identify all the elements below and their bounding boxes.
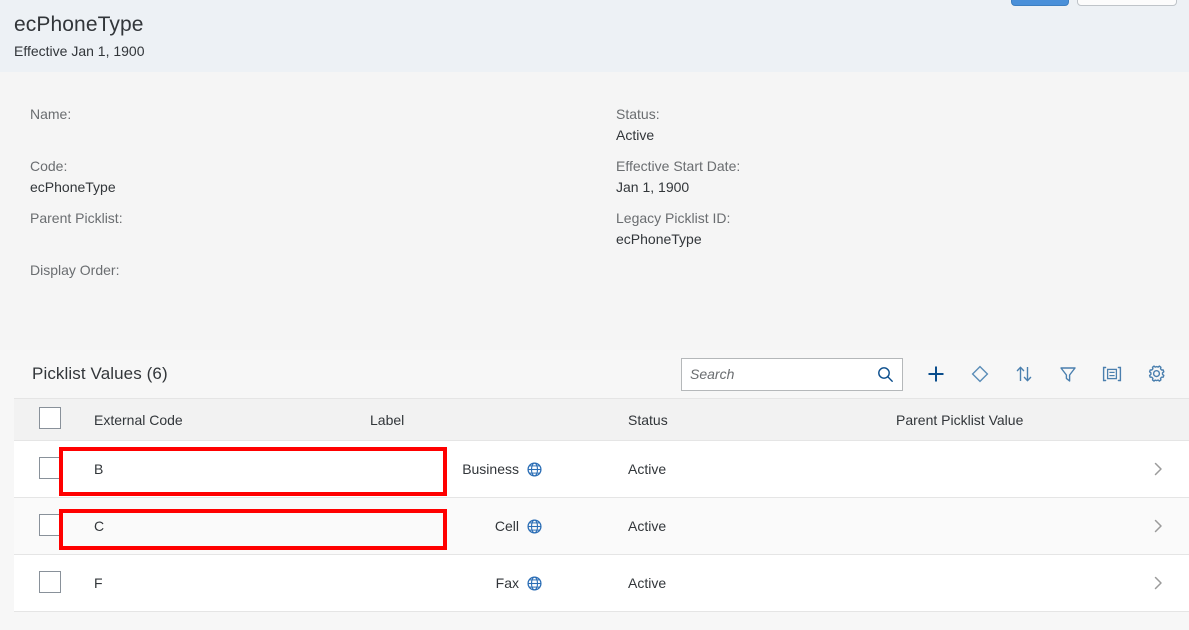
picklist-values-table-card: Picklist Values (6) bbox=[14, 350, 1189, 612]
column-header-label: Parent Picklist Value bbox=[878, 412, 1128, 428]
cell-external-code: C bbox=[76, 498, 352, 555]
field-value: Active bbox=[616, 125, 1156, 145]
field-label: Legacy Picklist ID: bbox=[616, 208, 1156, 229]
column-header-label: External Code bbox=[76, 412, 352, 428]
cell-label: Business bbox=[352, 441, 610, 498]
chevron-right-icon[interactable] bbox=[1128, 576, 1189, 590]
object-page-header: ecPhoneType Effective Jan 1, 1900 bbox=[0, 0, 1189, 72]
external-code-text: C bbox=[76, 518, 352, 534]
page-subtitle: Effective Jan 1, 1900 bbox=[14, 41, 1189, 61]
table-title: Picklist Values (6) bbox=[32, 364, 168, 384]
form-column-left: Name: Code: ecPhoneType Parent Picklist:… bbox=[30, 104, 570, 312]
field-value bbox=[30, 125, 570, 145]
column-header-label[interactable]: Label bbox=[352, 399, 610, 441]
column-header-external-code[interactable]: External Code bbox=[76, 399, 352, 441]
group-icon[interactable] bbox=[1097, 359, 1127, 389]
picklist-values-table: External Code Label Status Parent Pickli… bbox=[14, 399, 1189, 612]
cell-label: Cell bbox=[352, 498, 610, 555]
add-icon[interactable] bbox=[921, 359, 951, 389]
field-effective-start-date: Effective Start Date: Jan 1, 1900 bbox=[616, 156, 1156, 197]
picklist-detail-page: ecPhoneType Effective Jan 1, 1900 Name: … bbox=[0, 0, 1189, 630]
field-value: Jan 1, 1900 bbox=[616, 177, 1156, 197]
field-label: Parent Picklist: bbox=[30, 208, 570, 229]
field-label: Display Order: bbox=[30, 260, 570, 281]
cell-label: Fax bbox=[352, 555, 610, 612]
table-row[interactable]: C Cell bbox=[14, 498, 1189, 555]
search-field[interactable] bbox=[681, 358, 903, 391]
diamond-icon[interactable] bbox=[965, 359, 995, 389]
globe-icon[interactable] bbox=[527, 462, 542, 477]
field-value: ecPhoneType bbox=[616, 229, 1156, 249]
table-row[interactable]: F Fax bbox=[14, 555, 1189, 612]
cell-nav[interactable] bbox=[1128, 498, 1189, 555]
field-display-order: Display Order: bbox=[30, 260, 570, 301]
row-checkbox[interactable] bbox=[39, 457, 61, 479]
cell-status: Active bbox=[610, 555, 878, 612]
status-text: Active bbox=[610, 461, 878, 477]
sort-icon[interactable] bbox=[1009, 359, 1039, 389]
filter-icon[interactable] bbox=[1053, 359, 1083, 389]
label-text: Cell bbox=[495, 518, 519, 534]
cell-parent-picklist-value bbox=[878, 555, 1128, 612]
form-column-right: Status: Active Effective Start Date: Jan… bbox=[616, 104, 1156, 260]
field-value bbox=[30, 229, 570, 249]
field-legacy-picklist-id: Legacy Picklist ID: ecPhoneType bbox=[616, 208, 1156, 249]
label-text: Business bbox=[462, 461, 519, 477]
column-header-label: Label bbox=[352, 412, 610, 428]
status-text: Active bbox=[610, 575, 878, 591]
field-label: Status: bbox=[616, 104, 1156, 125]
field-label: Code: bbox=[30, 156, 570, 177]
field-name: Name: bbox=[30, 104, 570, 145]
external-code-text: F bbox=[76, 575, 352, 591]
row-select-cell bbox=[14, 441, 76, 498]
label-text: Fax bbox=[496, 575, 519, 591]
column-header-parent-picklist-value[interactable]: Parent Picklist Value bbox=[878, 399, 1128, 441]
globe-icon[interactable] bbox=[527, 576, 542, 591]
field-status: Status: Active bbox=[616, 104, 1156, 145]
save-button[interactable] bbox=[1011, 0, 1069, 6]
field-label: Effective Start Date: bbox=[616, 156, 1156, 177]
status-text: Active bbox=[610, 518, 878, 534]
external-code-text: B bbox=[76, 461, 352, 477]
field-parent-picklist: Parent Picklist: bbox=[30, 208, 570, 249]
cell-parent-picklist-value bbox=[878, 441, 1128, 498]
row-select-cell bbox=[14, 498, 76, 555]
cell-status: Active bbox=[610, 498, 878, 555]
search-icon[interactable] bbox=[875, 365, 895, 385]
column-header-label: Status bbox=[610, 412, 878, 428]
cell-nav[interactable] bbox=[1128, 555, 1189, 612]
table-header-row: External Code Label Status Parent Pickli… bbox=[14, 399, 1189, 441]
search-input[interactable] bbox=[690, 366, 875, 382]
table-row[interactable]: B Business bbox=[14, 441, 1189, 498]
page-action-buttons bbox=[1011, 0, 1177, 6]
field-label: Name: bbox=[30, 104, 570, 125]
cell-status: Active bbox=[610, 441, 878, 498]
row-checkbox[interactable] bbox=[39, 514, 61, 536]
cell-parent-picklist-value bbox=[878, 498, 1128, 555]
cancel-button[interactable] bbox=[1077, 0, 1177, 6]
page-title: ecPhoneType bbox=[14, 12, 1189, 38]
column-header-status[interactable]: Status bbox=[610, 399, 878, 441]
column-header-nav bbox=[1128, 399, 1189, 441]
cell-nav[interactable] bbox=[1128, 441, 1189, 498]
globe-icon[interactable] bbox=[527, 519, 542, 534]
settings-icon[interactable] bbox=[1141, 359, 1171, 389]
field-code: Code: ecPhoneType bbox=[30, 156, 570, 197]
select-all-header bbox=[14, 399, 76, 441]
general-info-form: Name: Code: ecPhoneType Parent Picklist:… bbox=[0, 72, 1189, 350]
select-all-checkbox[interactable] bbox=[39, 407, 61, 429]
chevron-right-icon[interactable] bbox=[1128, 519, 1189, 533]
toolbar-icon-group bbox=[921, 359, 1171, 389]
cell-external-code: F bbox=[76, 555, 352, 612]
row-select-cell bbox=[14, 555, 76, 612]
field-value bbox=[30, 281, 570, 301]
row-checkbox[interactable] bbox=[39, 571, 61, 593]
table-toolbar: Picklist Values (6) bbox=[14, 350, 1189, 399]
chevron-right-icon[interactable] bbox=[1128, 462, 1189, 476]
field-value: ecPhoneType bbox=[30, 177, 570, 197]
cell-external-code: B bbox=[76, 441, 352, 498]
